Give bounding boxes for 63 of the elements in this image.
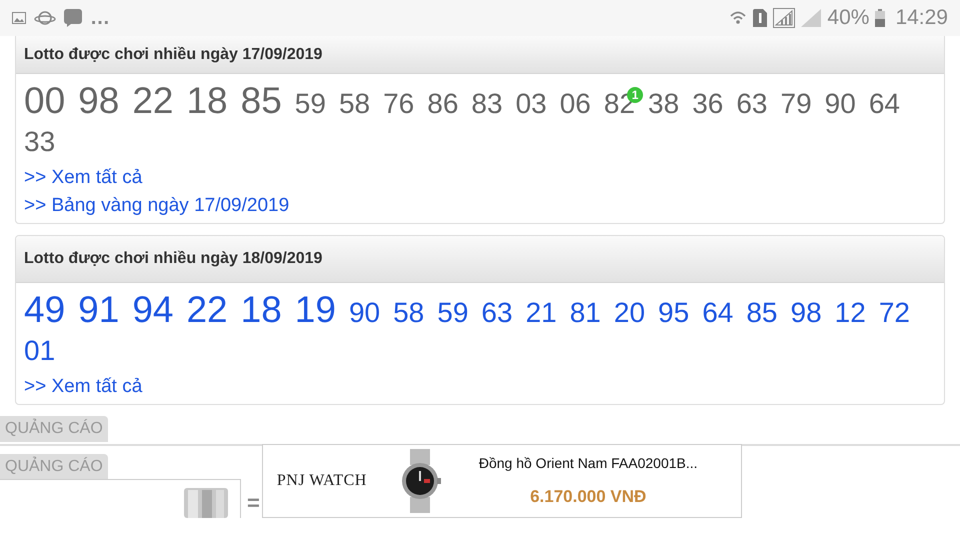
lotto-number: 81 [570, 296, 601, 330]
lotto-number: 90 [348, 296, 380, 330]
lotto-number: 33 [24, 125, 56, 159]
product-price: 6.170.000 VNĐ [530, 487, 646, 507]
lotto-number: 85 [240, 82, 282, 120]
count-badge: 1 [627, 87, 644, 103]
more-notifications: … [90, 8, 110, 28]
lotto-number: 18 [240, 291, 282, 329]
lotto-number: 63 [481, 296, 513, 330]
lotto-number: 63 [736, 87, 768, 121]
lotto-number: 91 [78, 291, 120, 329]
lotto-number: 58 [338, 87, 370, 121]
lotto-number: 95 [658, 296, 690, 330]
lotto-number: 64 [702, 296, 734, 330]
lotto-number: 58 [393, 296, 424, 330]
lotto-number: 38 [648, 87, 680, 121]
lotto-number: 22 [132, 82, 174, 120]
lotto-number: 98 [78, 82, 120, 120]
link[interactable]: >> Bảng vàng ngày 17/09/2019 [24, 195, 290, 217]
product-name: Đồng hồ Orient Nam FAA02001B... [478, 455, 698, 471]
wifi-icon [729, 9, 748, 27]
lotto-number: 76 [383, 87, 414, 121]
lotto-number: 03 [516, 87, 547, 121]
lotto-number: 90 [824, 87, 856, 121]
battery-percent: 40% [827, 6, 870, 30]
ad-banner[interactable]: PNJ WATCH Đồng hồ Orient Nam FAA02001B... 6.170.000 VNĐ [262, 444, 742, 518]
lotto-number: 20 [614, 296, 646, 330]
ad-label: QUẢNG CÁO [0, 454, 108, 480]
lotto-number: 19 [294, 291, 336, 329]
menu-mark: = [246, 492, 261, 517]
sim-icon [753, 9, 768, 27]
lotto-number: 06 [560, 87, 591, 121]
battery-icon [875, 9, 886, 27]
lotto-number: 49 [24, 291, 66, 329]
lotto-number: 94 [132, 291, 174, 329]
lotto-number: 98 [790, 296, 822, 330]
lotto-number: 00 [24, 82, 66, 120]
link[interactable]: >> Xem tất cả [24, 376, 142, 398]
lotto-number: 01 [24, 334, 56, 368]
signal-icon [773, 8, 796, 28]
lotto-number: 85 [746, 296, 778, 330]
planet-icon [34, 10, 56, 26]
image-icon [12, 12, 26, 24]
lotto-number: 59 [294, 87, 326, 121]
lotto-number: 64 [868, 87, 900, 121]
lotto-number: 83 [471, 87, 503, 121]
lotto-number: 72 [878, 296, 910, 330]
lotto-number: 21 [526, 296, 557, 330]
card-title: Lotto được chơi nhiều ngày 18/09/2019 [24, 250, 322, 268]
lotto-number: 18 [186, 82, 228, 120]
clock: 14:29 [895, 6, 948, 30]
brand-logo: PNJ WATCH [276, 472, 367, 490]
chat-app-icon [64, 9, 82, 27]
lotto-number: 79 [780, 87, 812, 121]
lotto-number: 59 [437, 296, 468, 330]
ad-label: QUẢNG CÁO [0, 416, 108, 442]
lotto-number: 12 [834, 296, 866, 330]
lotto-number: 86 [427, 87, 458, 121]
lotto-number: 22 [186, 291, 228, 329]
signal-icon [801, 9, 822, 27]
link[interactable]: >> Xem tất cả [24, 167, 142, 189]
lotto-number: 36 [692, 87, 724, 121]
card-title: Lotto được chơi nhiều ngày 17/09/2019 [24, 46, 322, 64]
